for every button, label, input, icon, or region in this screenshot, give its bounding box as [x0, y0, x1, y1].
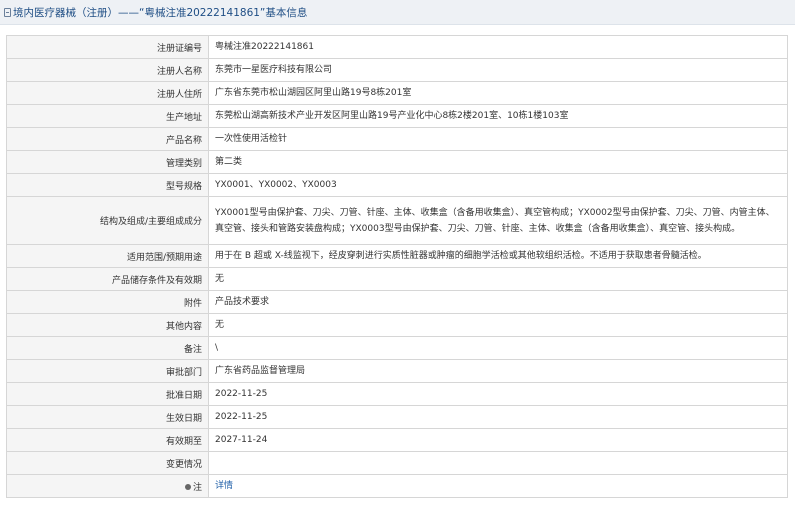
note-icon: [184, 484, 191, 490]
row-value: 2022-11-25: [208, 405, 788, 429]
row-label: 产品储存条件及有效期: [6, 267, 209, 291]
row-label: 结构及组成/主要组成成分: [6, 196, 209, 245]
row-value: 用于在 B 超或 X-线监视下，经皮穿刺进行实质性脏器或肿瘤的细胞学活检或其他软…: [208, 244, 788, 268]
table-row: 注册人住所 广东省东莞市松山湖园区阿里山路19号8栋201室: [6, 81, 788, 105]
row-value: 东莞市一星医疗科技有限公司: [208, 58, 788, 82]
table-row: 管理类别 第二类: [6, 150, 788, 174]
row-value: 2027-11-24: [208, 428, 788, 452]
row-value: 无: [208, 267, 788, 291]
row-label: 生效日期: [6, 405, 209, 429]
row-label: 有效期至: [6, 428, 209, 452]
table-row: 备注 \: [6, 336, 788, 360]
row-label: 注册人住所: [6, 81, 209, 105]
table-row: 其他内容 无: [6, 313, 788, 337]
row-label: 生产地址: [6, 104, 209, 128]
note-value-cell: 详情: [208, 474, 788, 498]
row-value: [208, 451, 788, 475]
note-label-cell: 注: [6, 474, 209, 498]
info-table: 注册证编号 粤械注准20222141861 注册人名称 东莞市一星医疗科技有限公…: [6, 35, 788, 498]
row-label: 注册证编号: [6, 35, 209, 59]
row-label: 变更情况: [6, 451, 209, 475]
table-row: 注册证编号 粤械注准20222141861: [6, 35, 788, 59]
row-value: 产品技术要求: [208, 290, 788, 314]
row-value: YX0001、YX0002、YX0003: [208, 173, 788, 197]
row-label: 其他内容: [6, 313, 209, 337]
table-row: 产品储存条件及有效期 无: [6, 267, 788, 291]
row-label: 管理类别: [6, 150, 209, 174]
row-value: 一次性使用活检针: [208, 127, 788, 151]
row-value: 广东省东莞市松山湖园区阿里山路19号8栋201室: [208, 81, 788, 105]
row-label: 适用范围/预期用途: [6, 244, 209, 268]
row-label: 产品名称: [6, 127, 209, 151]
table-row-note: 注 详情: [6, 474, 788, 498]
table-row: 有效期至 2027-11-24: [6, 428, 788, 452]
table-row: 审批部门 广东省药品监督管理局: [6, 359, 788, 383]
table-row: 附件 产品技术要求: [6, 290, 788, 314]
row-label: 审批部门: [6, 359, 209, 383]
row-value: 2022-11-25: [208, 382, 788, 406]
table-row: 批准日期 2022-11-25: [6, 382, 788, 406]
page-header: 境内医疗器械（注册）——“粤械注准20222141861”基本信息: [0, 0, 795, 25]
table-row: 生效日期 2022-11-25: [6, 405, 788, 429]
row-value: YX0001型号由保护套、刀尖、刀管、针座、主体、收集盒（含备用收集盒）、真空管…: [208, 196, 788, 245]
document-icon: [4, 7, 11, 17]
table-row: 型号规格 YX0001、YX0002、YX0003: [6, 173, 788, 197]
table-row: 生产地址 东莞松山湖高新技术产业开发区阿里山路19号产业化中心8栋2楼201室、…: [6, 104, 788, 128]
row-value: 粤械注准20222141861: [208, 35, 788, 59]
details-link[interactable]: 详情: [215, 481, 233, 491]
row-value: 东莞松山湖高新技术产业开发区阿里山路19号产业化中心8栋2楼201室、10栋1楼…: [208, 104, 788, 128]
row-label: 批准日期: [6, 382, 209, 406]
row-label: 备注: [6, 336, 209, 360]
page-title: 境内医疗器械（注册）——“粤械注准20222141861”基本信息: [13, 6, 308, 19]
note-label: 注: [192, 482, 202, 493]
row-value: 无: [208, 313, 788, 337]
row-value: 第二类: [208, 150, 788, 174]
table-row: 注册人名称 东莞市一星医疗科技有限公司: [6, 58, 788, 82]
row-label: 型号规格: [6, 173, 209, 197]
table-row: 结构及组成/主要组成成分 YX0001型号由保护套、刀尖、刀管、针座、主体、收集…: [6, 196, 788, 245]
row-label: 附件: [6, 290, 209, 314]
table-row: 变更情况: [6, 451, 788, 475]
row-value: 广东省药品监督管理局: [208, 359, 788, 383]
row-label: 注册人名称: [6, 58, 209, 82]
table-row: 产品名称 一次性使用活检针: [6, 127, 788, 151]
table-row: 适用范围/预期用途 用于在 B 超或 X-线监视下，经皮穿刺进行实质性脏器或肿瘤…: [6, 244, 788, 268]
row-value: \: [208, 336, 788, 360]
